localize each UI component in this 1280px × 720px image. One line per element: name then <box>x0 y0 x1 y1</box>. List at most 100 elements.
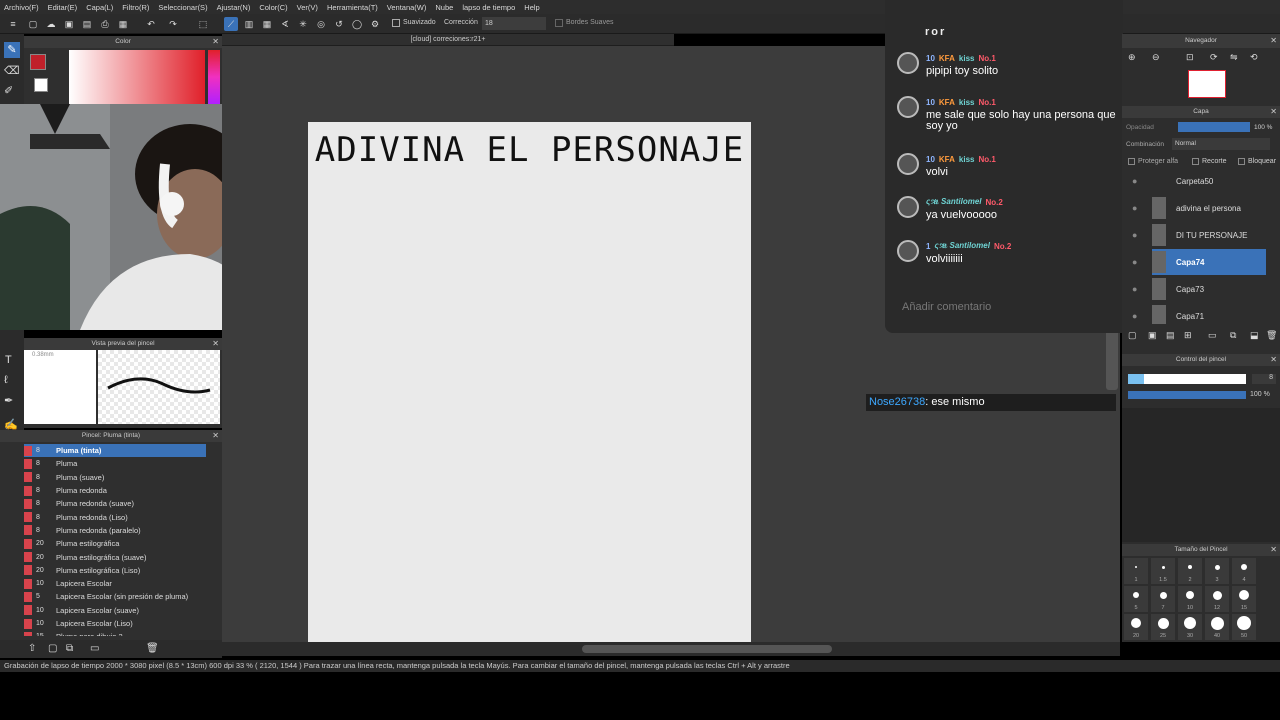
layer-item[interactable]: ● Capa71 <box>1132 303 1266 324</box>
brush-list-item[interactable]: 8 Pluma redonda <box>24 484 206 497</box>
flip-icon[interactable]: ⇋ <box>1230 52 1238 63</box>
brush-list-item[interactable]: 8 Pluma redonda (Liso) <box>24 510 206 523</box>
menu-filter[interactable]: Filtro(R) <box>122 3 149 12</box>
close-icon[interactable]: ✕ <box>1270 106 1277 118</box>
text-tool-icon[interactable]: T <box>5 354 12 366</box>
blend-mode-select[interactable]: Normal <box>1172 138 1270 150</box>
layer-mask-icon[interactable]: ▤ <box>1166 330 1175 341</box>
document-tab[interactable]: [cloud] correciones:r21+ <box>222 34 674 46</box>
close-icon[interactable]: ✕ <box>1270 34 1277 48</box>
brush-list-item[interactable]: 20 Pluma estilográfica <box>24 537 206 550</box>
menu-help[interactable]: Help <box>524 3 539 12</box>
trash-icon[interactable]: 🗑 <box>1266 330 1277 341</box>
hue-slider[interactable] <box>208 50 220 104</box>
brush-list-item[interactable]: 8 Pluma (tinta) <box>24 444 206 458</box>
menu-select[interactable]: Seleccionar(S) <box>158 3 207 12</box>
clip-checkbox[interactable] <box>1192 158 1199 165</box>
smoothing-checkbox[interactable] <box>392 19 400 27</box>
brush-list-item[interactable]: 10 Lapicera Escolar (Liso) <box>24 617 206 630</box>
radial-icon[interactable]: ✳ <box>296 17 310 31</box>
horizontal-scrollbar[interactable] <box>222 642 1120 656</box>
brush-list-item[interactable]: 10 Lapicera Escolar (suave) <box>24 604 206 617</box>
grid-icon[interactable]: ▦ <box>116 17 130 31</box>
brush-size-preset[interactable]: 10 <box>1178 586 1202 612</box>
brush-size-preset[interactable]: 3 <box>1205 558 1229 584</box>
menu-layer[interactable]: Capa(L) <box>86 3 113 12</box>
background-color-swatch[interactable] <box>34 78 48 92</box>
layer-item[interactable]: ● Capa73 <box>1132 276 1266 302</box>
brush-size-preset[interactable]: 30 <box>1178 614 1202 640</box>
layer-item[interactable]: ● Capa74 <box>1132 249 1266 275</box>
duplicate-icon[interactable]: ⧉ <box>1230 330 1236 341</box>
comment-input[interactable]: Añadir comentario <box>902 301 991 313</box>
new-layer-icon[interactable]: ▢ <box>1128 330 1137 341</box>
brush-list-item[interactable]: 8 Pluma <box>24 457 206 470</box>
folder-icon[interactable]: ▭ <box>1208 330 1217 341</box>
brush-list-item[interactable]: 20 Pluma estilográfica (suave) <box>24 550 206 563</box>
menu-adjust[interactable]: Ajustar(N) <box>217 3 251 12</box>
lasso-tool-icon[interactable]: ℓ <box>4 374 8 386</box>
close-icon[interactable]: ✕ <box>212 338 219 350</box>
protect-alpha-checkbox[interactable] <box>1128 158 1135 165</box>
close-icon[interactable]: ✕ <box>212 430 219 442</box>
foreground-color-swatch[interactable] <box>30 54 46 70</box>
brush-size-preset[interactable]: 25 <box>1151 614 1175 640</box>
menu-tool[interactable]: Herramienta(T) <box>327 3 378 12</box>
brush-size-preset[interactable]: 40 <box>1205 614 1229 640</box>
menu-icon[interactable]: ≡ <box>6 17 20 31</box>
redo-icon[interactable]: ↷ <box>166 17 180 31</box>
layer-item[interactable]: ● DI TU PERSONAJE <box>1132 222 1266 248</box>
cloud-icon[interactable]: ☁ <box>44 17 58 31</box>
lock-checkbox[interactable] <box>1238 158 1245 165</box>
visibility-icon[interactable]: ● <box>1132 203 1142 213</box>
brush-size-value[interactable]: 8 <box>1252 374 1276 384</box>
brush-list-item[interactable]: 8 Pluma redonda (suave) <box>24 497 206 510</box>
brush-list-item[interactable]: 15Pluma para dibujo 2 <box>24 630 206 636</box>
menu-view[interactable]: Ver(V) <box>297 3 318 12</box>
save-icon[interactable]: ▣ <box>62 17 76 31</box>
brush-size-slider[interactable] <box>1128 374 1246 384</box>
vertical-scroll-thumb[interactable] <box>1106 330 1118 390</box>
brush-list-item[interactable]: 8 Pluma redonda (paralelo) <box>24 524 206 537</box>
brush-list-item[interactable]: 10 Lapicera Escolar <box>24 577 206 590</box>
circle-icon[interactable]: ◎ <box>314 17 328 31</box>
new-brush-icon[interactable]: ▢ <box>48 643 57 654</box>
menu-file[interactable]: Archivo(F) <box>4 3 39 12</box>
perspective-icon[interactable]: ∢ <box>278 17 292 31</box>
correction-input[interactable]: 18 <box>482 17 546 30</box>
opacity-slider[interactable] <box>1178 122 1250 132</box>
hatch-icon[interactable]: ▥ <box>242 17 256 31</box>
menu-cloud[interactable]: Nube <box>435 3 453 12</box>
brush-size-preset[interactable]: 1.5 <box>1151 558 1175 584</box>
brush-size-preset[interactable]: 1 <box>1124 558 1148 584</box>
pen-tool-icon[interactable]: ✎ <box>4 42 20 58</box>
color-picker-field[interactable] <box>69 50 205 104</box>
close-icon[interactable]: ✕ <box>212 36 219 48</box>
draw-icon[interactable]: ⟋ <box>224 17 238 31</box>
grid2-icon[interactable]: ▦ <box>260 17 274 31</box>
adjust-icon[interactable]: ⊞ <box>1184 330 1192 341</box>
brush-list-item[interactable]: 20 Pluma estilográfica (Liso) <box>24 564 206 577</box>
layer-item[interactable]: ● adivina el persona <box>1132 195 1266 221</box>
navigator-thumbnail[interactable] <box>1188 70 1226 98</box>
new-file-icon[interactable]: ▢ <box>26 17 40 31</box>
menu-window[interactable]: Ventana(W) <box>387 3 427 12</box>
close-icon[interactable]: ✕ <box>1270 354 1277 366</box>
eraser-tool-icon[interactable]: ⌫ <box>4 64 20 77</box>
brush-size-preset[interactable]: 50 <box>1232 614 1256 640</box>
zoom-out-icon[interactable]: ⊖ <box>1152 52 1160 63</box>
reset-icon[interactable]: ⟲ <box>1250 52 1258 63</box>
brush-size-preset[interactable]: 20 <box>1124 614 1148 640</box>
visibility-icon[interactable]: ● <box>1132 257 1142 267</box>
brush-size-preset[interactable]: 15 <box>1232 586 1256 612</box>
layer-item[interactable]: ● Carpeta50 <box>1132 172 1266 194</box>
export-icon[interactable]: ⎙ <box>98 17 112 31</box>
menu-timelapse[interactable]: lapso de tiempo <box>462 3 515 12</box>
brush-list-item[interactable]: 8 Pluma (suave) <box>24 471 206 484</box>
merge-icon[interactable]: ⬓ <box>1250 330 1259 341</box>
trash-icon[interactable]: 🗑 <box>146 643 159 654</box>
zoom-in-icon[interactable]: ⊕ <box>1128 52 1136 63</box>
settings-icon[interactable]: ⚙ <box>368 17 382 31</box>
duplicate-icon[interactable]: ⧉ <box>66 643 73 654</box>
visibility-icon[interactable]: ● <box>1132 176 1142 186</box>
